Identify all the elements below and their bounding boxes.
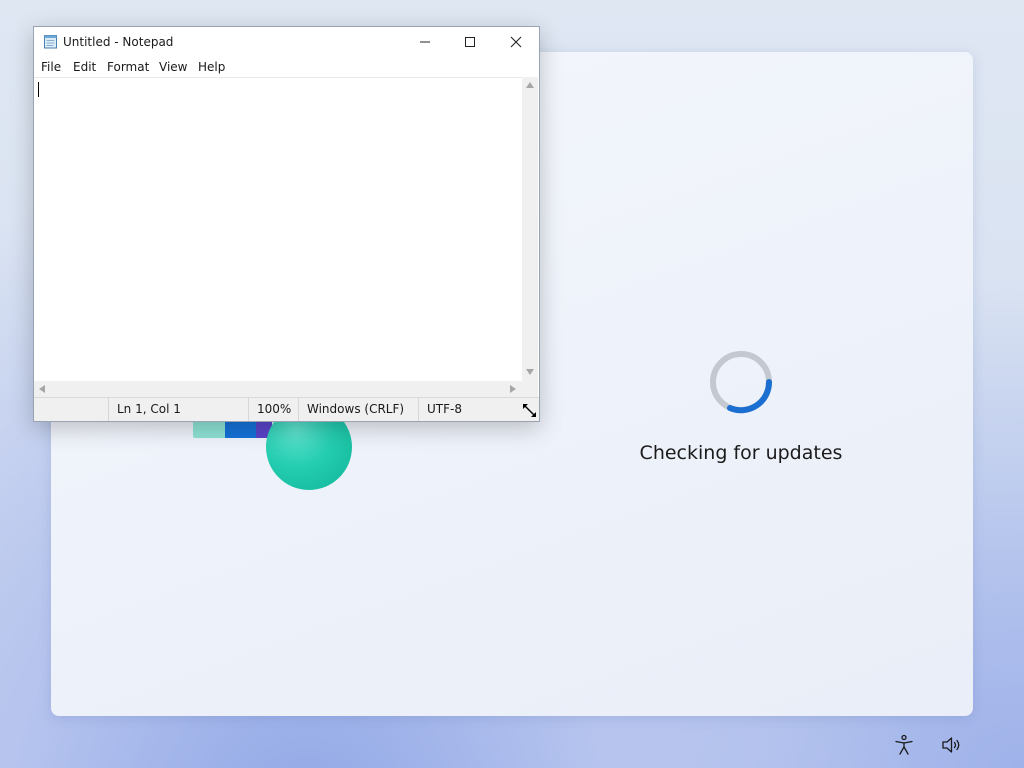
text-editor[interactable]	[34, 77, 522, 384]
loading-spinner-icon	[708, 349, 774, 415]
minimize-icon	[420, 41, 430, 43]
status-text: Checking for updates	[639, 442, 843, 464]
menu-edit[interactable]: Edit	[73, 60, 96, 74]
scroll-left-icon[interactable]	[39, 385, 45, 393]
horizontal-scrollbar[interactable]	[34, 381, 522, 397]
menu-view[interactable]: View	[159, 60, 187, 74]
maximize-icon	[465, 37, 475, 47]
menu-help[interactable]: Help	[198, 60, 225, 74]
notepad-window[interactable]: Untitled - Notepad File Edit Format View…	[33, 26, 540, 422]
volume-icon[interactable]	[941, 734, 963, 756]
scroll-up-icon[interactable]	[526, 82, 534, 88]
vertical-scrollbar[interactable]	[522, 77, 538, 383]
resize-grip-icon[interactable]	[522, 403, 538, 422]
minimize-button[interactable]	[402, 27, 448, 57]
illustration-shape	[193, 420, 227, 438]
menu-format[interactable]: Format	[107, 60, 149, 74]
notepad-app-icon	[43, 34, 57, 49]
zoom-level: 100%	[248, 398, 298, 421]
scroll-corner	[522, 381, 538, 397]
line-ending: Windows (CRLF)	[298, 398, 418, 421]
scroll-right-icon[interactable]	[510, 385, 516, 393]
text-caret	[38, 82, 39, 97]
status-bar: Ln 1, Col 1 100% Windows (CRLF) UTF-8	[34, 397, 539, 421]
encoding: UTF-8	[418, 398, 522, 421]
cursor-position: Ln 1, Col 1	[108, 398, 248, 421]
scroll-down-icon[interactable]	[526, 369, 534, 375]
title-bar[interactable]: Untitled - Notepad	[34, 27, 539, 57]
menu-file[interactable]: File	[41, 60, 61, 74]
maximize-button[interactable]	[447, 27, 493, 57]
close-button[interactable]	[493, 27, 539, 57]
window-title: Untitled - Notepad	[63, 35, 174, 49]
menu-bar: File Edit Format View Help	[34, 57, 539, 77]
close-icon	[510, 36, 522, 48]
accessibility-icon[interactable]	[893, 734, 915, 756]
